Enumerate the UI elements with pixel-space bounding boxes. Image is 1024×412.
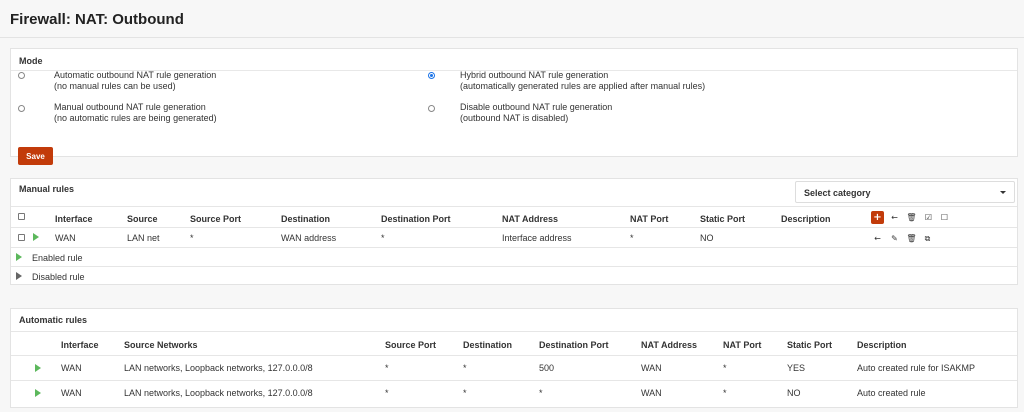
cell-interface: WAN xyxy=(61,363,82,373)
col-nat-port: NAT Port xyxy=(630,214,669,224)
option-hybrid-title: Hybrid outbound NAT rule generation xyxy=(460,70,609,80)
radio-disable[interactable] xyxy=(428,105,435,112)
cell-source-networks: LAN networks, Loopback networks, 127.0.0… xyxy=(124,363,313,373)
cell-destination-port: * xyxy=(381,233,385,243)
radio-hybrid[interactable] xyxy=(428,72,435,79)
trash-icon[interactable]: 🗑 xyxy=(906,213,916,222)
cell-description: Auto created rule for ISAKMP xyxy=(857,363,976,373)
legend-enabled: Enabled rule xyxy=(32,253,83,263)
square-icon[interactable]: ☐ xyxy=(940,213,949,222)
option-disable-subtitle: (outbound NAT is disabled) xyxy=(460,113,569,123)
pencil-icon[interactable]: ✎ xyxy=(890,234,899,243)
cell-destination: WAN address xyxy=(281,233,337,243)
category-select[interactable]: Select category xyxy=(795,181,1015,203)
col-nat-address: NAT Address xyxy=(641,340,698,350)
page-title: Firewall: NAT: Outbound xyxy=(10,11,184,28)
col-nat-port: NAT Port xyxy=(723,340,762,350)
cell-static-port: YES xyxy=(787,363,806,373)
cell-destination: * xyxy=(463,363,467,373)
cell-nat-address: WAN xyxy=(641,363,662,373)
enabled-rule-legend-icon xyxy=(16,253,22,261)
option-manual: Manual outbound NAT rule generation (no … xyxy=(54,102,217,124)
col-static-port: Static Port xyxy=(787,340,833,350)
arrow-left-icon[interactable]: ← xyxy=(873,234,882,243)
category-select-label: Select category xyxy=(804,188,871,198)
disabled-rule-legend-icon xyxy=(16,272,22,280)
mode-heading: Mode xyxy=(11,49,1017,71)
col-destination-port: Destination Port xyxy=(381,214,451,224)
title-divider xyxy=(0,37,1024,38)
option-manual-title: Manual outbound NAT rule generation xyxy=(54,102,206,112)
add-icon[interactable]: + xyxy=(871,211,884,224)
cell-nat-port: * xyxy=(723,363,727,373)
col-source-networks: Source Networks xyxy=(124,340,198,350)
cell-static-port: NO xyxy=(787,388,801,398)
divider xyxy=(11,355,1017,356)
automatic-rules-panel: Automatic rules Interface Source Network… xyxy=(10,308,1018,408)
arrow-left-icon[interactable]: ← xyxy=(890,213,899,222)
cell-source-port: * xyxy=(385,388,389,398)
select-all-checkbox[interactable] xyxy=(18,213,25,220)
enabled-rule-icon xyxy=(35,389,41,397)
option-automatic-subtitle: (no manual rules can be used) xyxy=(54,81,176,91)
divider xyxy=(11,227,1017,228)
cell-source-port: * xyxy=(190,233,194,243)
save-button[interactable]: Save xyxy=(18,147,53,165)
automatic-heading: Automatic rules xyxy=(19,315,88,325)
row-checkbox[interactable] xyxy=(18,234,25,241)
col-nat-address: NAT Address xyxy=(502,214,559,224)
option-hybrid: Hybrid outbound NAT rule generation (aut… xyxy=(460,70,705,92)
cell-static-port: NO xyxy=(700,233,714,243)
divider xyxy=(11,247,1017,248)
cell-nat-port: * xyxy=(723,388,727,398)
trash-icon[interactable]: 🗑 xyxy=(906,234,916,243)
cell-source-port: * xyxy=(385,363,389,373)
radio-manual[interactable] xyxy=(18,105,25,112)
chevron-down-icon xyxy=(1000,191,1006,194)
cell-source: LAN net xyxy=(127,233,160,243)
col-description: Description xyxy=(781,214,831,224)
manual-rules-panel: Manual rules Select category Interface S… xyxy=(10,178,1018,285)
enabled-rule-icon xyxy=(35,364,41,372)
mode-panel: Mode Automatic outbound NAT rule generat… xyxy=(10,48,1018,165)
col-source: Source xyxy=(127,214,158,224)
cell-nat-port: * xyxy=(630,233,634,243)
cell-interface: WAN xyxy=(61,388,82,398)
cell-description: Auto created rule xyxy=(857,388,926,398)
option-automatic-title: Automatic outbound NAT rule generation xyxy=(54,70,217,80)
col-source-port: Source Port xyxy=(190,214,242,224)
radio-automatic[interactable] xyxy=(18,72,25,79)
col-source-port: Source Port xyxy=(385,340,437,350)
cell-destination-port: * xyxy=(539,388,543,398)
cell-nat-address: WAN xyxy=(641,388,662,398)
col-static-port: Static Port xyxy=(700,214,746,224)
col-destination: Destination xyxy=(463,340,513,350)
col-destination: Destination xyxy=(281,214,331,224)
divider xyxy=(11,266,1017,267)
col-interface: Interface xyxy=(61,340,99,350)
cell-interface: WAN xyxy=(55,233,76,243)
divider xyxy=(11,331,1017,332)
cell-destination-port: 500 xyxy=(539,363,555,373)
check-square-icon[interactable]: ☑ xyxy=(924,213,933,222)
cell-nat-address: Interface address xyxy=(502,233,572,243)
legend-disabled: Disabled rule xyxy=(32,272,85,282)
col-destination-port: Destination Port xyxy=(539,340,609,350)
col-description: Description xyxy=(857,340,907,350)
clone-icon[interactable]: ⧉ xyxy=(923,234,932,243)
divider xyxy=(11,206,1017,207)
option-automatic: Automatic outbound NAT rule generation (… xyxy=(54,70,216,92)
enabled-rule-icon[interactable] xyxy=(33,233,39,241)
divider xyxy=(11,380,1017,381)
manual-heading: Manual rules xyxy=(19,184,75,194)
option-disable-title: Disable outbound NAT rule generation xyxy=(460,102,613,112)
cell-destination: * xyxy=(463,388,467,398)
option-hybrid-subtitle: (automatically generated rules are appli… xyxy=(460,81,706,91)
col-interface: Interface xyxy=(55,214,93,224)
option-manual-subtitle: (no automatic rules are being generated) xyxy=(54,113,217,123)
cell-source-networks: LAN networks, Loopback networks, 127.0.0… xyxy=(124,388,313,398)
option-disable: Disable outbound NAT rule generation (ou… xyxy=(460,102,612,124)
